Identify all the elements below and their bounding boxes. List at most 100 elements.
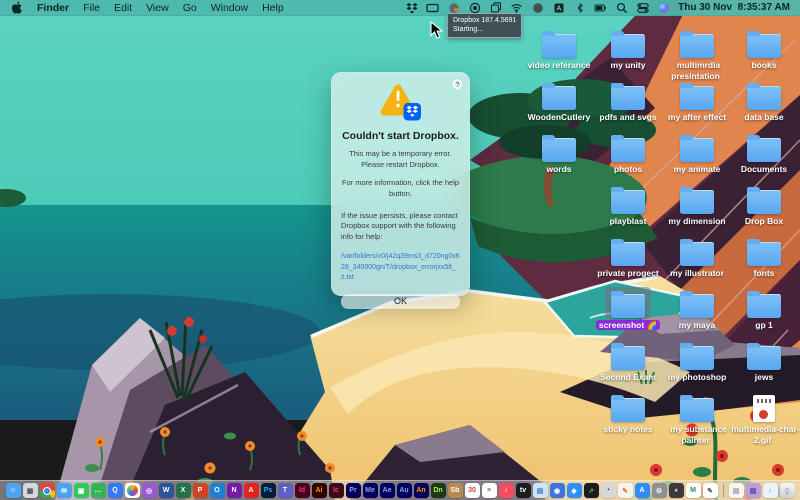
dock-incopy[interactable]: Ic [328,483,344,498]
dock-downloads[interactable]: ↓ [762,483,778,498]
desktop-icon-jews[interactable]: jews [725,339,800,383]
desktop-icon-woodencutlery[interactable]: WoodenCutlery [520,79,598,123]
dock-app-store[interactable]: A [634,483,650,498]
menu-go[interactable]: Go [183,2,197,14]
dock-mail[interactable]: ✉ [56,483,72,498]
bluetooth-icon[interactable] [573,1,586,14]
input-source-icon[interactable]: A [552,1,565,14]
dock-photos[interactable] [124,483,140,498]
desktop-icon-drop-box[interactable]: Drop Box [725,183,800,227]
github-icon[interactable] [531,1,544,14]
desktop-icon-playblast[interactable]: playblast [589,183,667,227]
dock-reminders[interactable]: ≡ [481,483,497,498]
desktop-icon-label: multimedia-char-2.gif [731,424,800,445]
dock-dimension[interactable]: Dn [430,483,446,498]
desktop-icon-label: gp 1 [755,320,773,330]
desktop-icon-data-base[interactable]: data base [725,79,800,123]
dock-audition[interactable]: Au [396,483,412,498]
dock-document[interactable]: ▤ [728,483,744,498]
menu-edit[interactable]: Edit [114,2,132,14]
dock-tv[interactable]: tv [515,483,531,498]
folder-icon [611,134,645,162]
desktop-icon-words[interactable]: words [520,131,598,175]
desktop-icon-label: data base [744,112,784,122]
dock-teams[interactable]: T [277,483,293,498]
dock-calendar[interactable]: 30 [464,483,480,498]
desktop-icon-my-unity[interactable]: my unity [589,27,667,71]
siri-icon[interactable] [657,1,670,14]
menu-file[interactable]: File [83,2,100,14]
dock-photo-booth[interactable]: ◎ [141,483,157,498]
desktop-icon-screenshot[interactable]: screenshot 🌈 [589,287,667,331]
dock-globe[interactable]: ◉ [549,483,565,498]
dock-music[interactable]: ♪ [498,483,514,498]
dock-outlook[interactable]: O [209,483,225,498]
dock-premiere[interactable]: Pr [345,483,361,498]
dock-acrobat[interactable]: A [243,483,259,498]
dock-launchpad[interactable]: ▦ [22,483,38,498]
menu-window[interactable]: Window [211,2,248,14]
dock-excel[interactable]: X [175,483,191,498]
desktop-icon-documents[interactable]: Documents [725,131,800,175]
desktop-icon-photos[interactable]: photos [589,131,667,175]
dock-chrome[interactable] [39,483,55,498]
desktop-icon-sticky-notes[interactable]: sticky notes [589,391,667,435]
desktop-icon-multimedia-char-2-gif[interactable]: multimedia-char-2.gif [725,391,800,445]
dock-clock[interactable]: ◔ [600,483,616,498]
desktop-icon-label: sticky notes [603,424,653,434]
apple-logo-icon[interactable] [10,1,23,14]
dropbox-status-icon[interactable] [405,1,418,14]
menu-view[interactable]: View [146,2,169,14]
dialog-paragraph-3: If the issue persists, please contact Dr… [341,210,458,242]
dock-textedit[interactable]: ✎ [617,483,633,498]
dock-animate[interactable]: An [413,483,429,498]
dock-onenote[interactable]: N [226,483,242,498]
dock-trash[interactable]: ▯ [779,483,795,498]
desktop-icon-gp-1[interactable]: gp 1 [725,287,800,331]
desktop-icon-books[interactable]: books [725,27,800,71]
desktop-icon-label: words [546,164,572,174]
dock-word[interactable]: W [158,483,174,498]
battery-icon[interactable] [594,1,607,14]
svg-text:A: A [556,5,561,12]
dock-messages[interactable]: … [90,483,106,498]
desktop-icon-fonts[interactable]: fonts [725,235,800,279]
control-center-icon[interactable] [636,1,649,14]
desktop-icon-label: screenshot 🌈 [589,320,667,331]
desktop-icon-pdfs-and-svgs[interactable]: pdfs and svgs [589,79,667,123]
folder-icon [680,30,714,58]
dock-powerpoint[interactable]: P [192,483,208,498]
dock-photoshop[interactable]: Ps [260,483,276,498]
desktop-icon-second-exam[interactable]: Second Exam [589,339,667,383]
desktop-icon-private-progect[interactable]: private progect [589,235,667,279]
dock-stack[interactable]: ▤ [745,483,761,498]
menu-finder[interactable]: Finder [37,2,69,14]
ok-button[interactable]: OK [341,293,460,309]
dialog-paragraph-1: This may be a temporary error. Please re… [349,149,452,169]
spotlight-icon[interactable] [615,1,628,14]
desktop-icon-label: Documents [740,164,788,174]
dock-illustrator[interactable]: Ai [311,483,327,498]
dock-files[interactable]: ▤ [532,483,548,498]
dock-substance-3d[interactable]: Sb [447,483,463,498]
dock-notes-pencil[interactable]: ✎ [702,483,718,498]
dock-after-effects[interactable]: Ae [379,483,395,498]
dock-safari[interactable]: ◈ [566,483,582,498]
help-button[interactable]: ? [452,79,463,90]
dock-indesign[interactable]: Id [294,483,310,498]
dock-m-app[interactable]: M [685,483,701,498]
folder-icon [611,238,645,266]
dock-quicktime[interactable]: Q [107,483,123,498]
desktop-icon-video-referance[interactable]: video referance [520,27,598,71]
dock-stocks[interactable]: ↗ [583,483,599,498]
dock-facetime[interactable]: ▣ [73,483,89,498]
dropbox-error-dialog: ? Couldn't start Dropbox. This may be a … [331,72,470,309]
dock-dark-sphere[interactable]: ◕ [668,483,684,498]
menu-help[interactable]: Help [262,2,284,14]
screen-mirroring-icon[interactable] [426,1,439,14]
dock-system-settings[interactable]: ⚙ [651,483,667,498]
menu-bar-clock[interactable]: Thu 30 Nov 8:35:37 AM [678,2,790,13]
dock-media-encoder[interactable]: Me [362,483,378,498]
dock-finder[interactable]: ☺ [5,483,21,498]
error-log-link[interactable]: /var/folders/v0/j42q39ms3_d720ng0x628_34… [341,252,460,284]
